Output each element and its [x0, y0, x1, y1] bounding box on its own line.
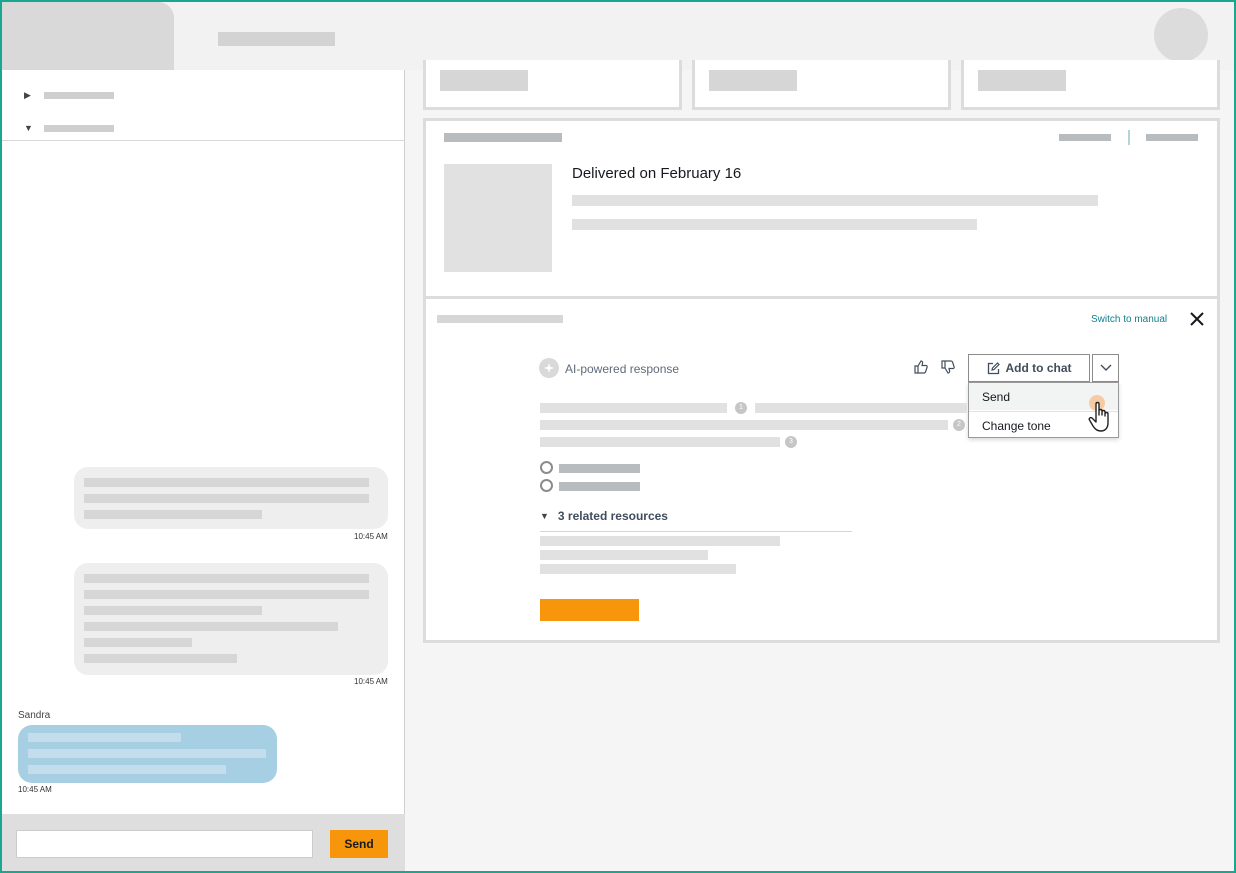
tree-item-label-placeholder — [44, 124, 114, 132]
compose-bar: Send — [2, 814, 405, 871]
customer-message — [74, 563, 388, 675]
add-to-chat-dropdown-toggle[interactable] — [1092, 354, 1119, 382]
text-placeholder — [572, 219, 977, 230]
hand-pointer-icon — [1088, 401, 1109, 432]
edit-icon — [987, 361, 1000, 374]
card-heading-placeholder — [437, 315, 563, 323]
response-text-placeholder — [540, 403, 727, 413]
switch-to-manual-link[interactable]: Switch to manual — [1091, 314, 1167, 325]
order-card: Delivered on February 16 — [423, 118, 1220, 300]
add-to-chat-button[interactable]: Add to chat — [968, 354, 1090, 382]
product-image — [444, 164, 552, 272]
resource-link-placeholder[interactable] — [540, 536, 780, 546]
summary-card — [692, 60, 951, 110]
radio-label-placeholder — [559, 464, 640, 473]
card-title-placeholder — [978, 70, 1066, 91]
assistant-card: Switch to manual AI-powered response Add… — [423, 296, 1220, 643]
message-input[interactable] — [16, 830, 313, 858]
tree-collapsed-icon: ▶ — [24, 90, 31, 100]
related-resources-label: 3 related resources — [557, 509, 668, 523]
tree-item-label-placeholder — [44, 92, 114, 99]
message-timestamp: 10:45 AM — [354, 677, 388, 686]
divider — [1128, 130, 1130, 145]
thumbs-down-icon[interactable] — [940, 359, 956, 375]
resource-link-placeholder[interactable] — [540, 564, 736, 574]
message-timestamp: 10:45 AM — [354, 532, 388, 541]
app-window: ▶ ▼ 10:45 AM 10:45 AM Sandra 10:45 AM Se… — [0, 0, 1236, 873]
ai-response-label: AI-powered response — [565, 362, 680, 376]
tree-item-collapsed[interactable]: ▶ — [24, 90, 114, 101]
radio-option[interactable] — [540, 461, 553, 474]
message-timestamp: 10:45 AM — [18, 785, 52, 794]
card-heading-placeholder — [444, 133, 562, 142]
add-to-chat-label: Add to chat — [1005, 361, 1072, 375]
primary-action-button[interactable] — [540, 599, 639, 621]
summary-card — [423, 60, 682, 110]
citation-badge[interactable]: 1 — [735, 402, 747, 414]
summary-card — [961, 60, 1220, 110]
card-action-placeholder[interactable] — [1059, 134, 1111, 141]
ai-sparkle-icon — [539, 358, 559, 378]
card-title-placeholder — [440, 70, 528, 91]
citation-badge[interactable]: 2 — [953, 419, 965, 431]
card-title-placeholder — [709, 70, 797, 91]
response-text-placeholder — [540, 420, 948, 430]
page-title-placeholder — [218, 32, 335, 46]
radio-label-placeholder — [559, 482, 640, 491]
close-icon[interactable] — [1188, 310, 1206, 328]
thumbs-up-icon[interactable] — [913, 359, 929, 375]
chevron-down-icon — [1100, 364, 1111, 371]
conversation-panel: ▶ ▼ 10:45 AM 10:45 AM Sandra 10:45 AM Se… — [2, 70, 405, 871]
tree-expanded-icon: ▼ — [540, 511, 549, 521]
divider — [2, 140, 405, 141]
customer-message — [74, 467, 388, 529]
related-resources-toggle[interactable]: ▼ 3 related resources — [540, 509, 852, 532]
card-action-placeholder[interactable] — [1146, 134, 1198, 141]
send-button[interactable]: Send — [330, 830, 388, 858]
text-placeholder — [572, 195, 1098, 206]
citation-badge[interactable]: 3 — [785, 436, 797, 448]
active-tab[interactable] — [2, 2, 174, 70]
avatar[interactable] — [1154, 8, 1208, 62]
agent-message — [18, 725, 277, 783]
radio-option[interactable] — [540, 479, 553, 492]
response-text-placeholder — [755, 403, 967, 413]
tree-item-expanded[interactable]: ▼ — [24, 123, 114, 133]
resource-link-placeholder[interactable] — [540, 550, 708, 560]
message-sender: Sandra — [18, 710, 51, 721]
delivery-status: Delivered on February 16 — [572, 165, 742, 182]
response-text-placeholder — [540, 437, 780, 447]
tree-expanded-icon: ▼ — [24, 123, 33, 133]
